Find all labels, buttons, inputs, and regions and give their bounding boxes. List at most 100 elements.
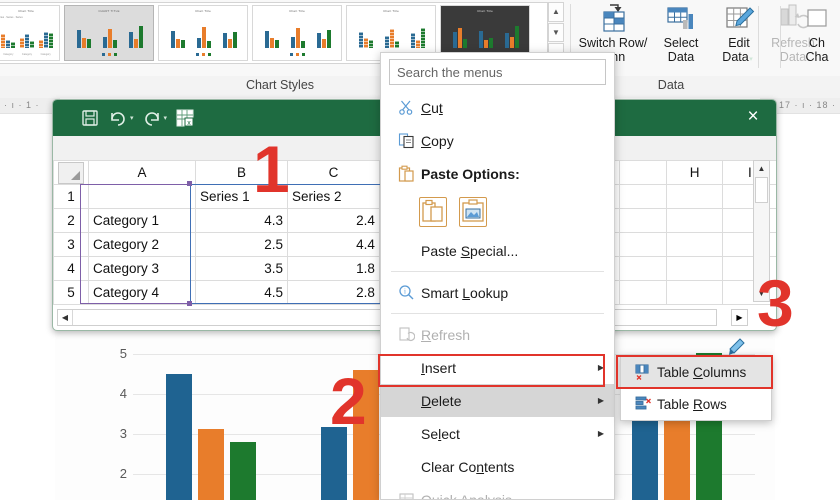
scroll-up-button[interactable]: ▲ <box>754 161 769 176</box>
chart-style-thumbnail-2[interactable]: CHART TITLE <box>64 5 154 61</box>
undo-caret-icon[interactable]: ▾ <box>130 114 134 122</box>
y-axis-tick-3: 3 <box>119 426 127 441</box>
cell-g4[interactable] <box>618 256 668 281</box>
cell-a5-category[interactable]: Category 4 <box>87 280 197 305</box>
thumb-legend <box>65 53 153 56</box>
column-header-h[interactable]: H <box>666 160 723 185</box>
search-menus-input[interactable]: Search the menus <box>389 59 606 85</box>
cell-h1[interactable] <box>666 184 723 209</box>
select-data-label-line2: Data <box>667 50 695 64</box>
scroll-left-button[interactable]: ◀ <box>58 310 73 325</box>
thumb-legend <box>253 53 341 56</box>
ribbon-divider-right <box>780 6 781 68</box>
ruler-left-marks: · ı · 1 · <box>4 100 40 110</box>
menu-item-copy[interactable]: Copy <box>381 124 614 157</box>
row-header-3[interactable]: 3 <box>53 232 89 257</box>
change-chart-type-label-line2: Cha <box>805 50 829 64</box>
cell-b2-value[interactable]: 4.3 <box>195 208 288 233</box>
redo-caret-icon[interactable]: ▾ <box>164 114 168 122</box>
menu-item-clear-contents[interactable]: Clear Contents <box>381 450 614 483</box>
gallery-scroll-down-button[interactable]: ▼ <box>548 22 564 43</box>
menu-item-insert[interactable]: Insert ▶ <box>381 351 614 384</box>
cell-a1[interactable] <box>87 184 197 209</box>
context-menu[interactable]: Search the menus Cut Copy Paste Options: <box>380 52 615 500</box>
cell-a3-category[interactable]: Category 2 <box>87 232 197 257</box>
cell-b3-value[interactable]: 2.5 <box>195 232 288 257</box>
cell-g1[interactable] <box>618 184 668 209</box>
svg-text:i: i <box>404 288 406 296</box>
menu-item-delete[interactable]: Delete ▶ <box>381 384 614 417</box>
range-handle-bottom[interactable] <box>187 301 192 306</box>
cell-g3[interactable] <box>618 232 668 257</box>
bar-s2-c4 <box>664 417 691 500</box>
magnifier-icon: i <box>391 284 421 301</box>
open-in-excel-icon[interactable]: x <box>172 106 198 130</box>
submenu-item-table-rows[interactable]: Table Rows <box>621 388 771 420</box>
bar-group-category-1 <box>165 338 256 500</box>
range-handle-top[interactable] <box>187 181 192 186</box>
cell-h4[interactable] <box>666 256 723 281</box>
bar-s3-c1 <box>229 441 256 500</box>
cell-c5-value[interactable]: 2.8 <box>286 280 380 305</box>
cell-h3[interactable] <box>666 232 723 257</box>
gallery-scroll-up-button[interactable]: ▲ <box>548 2 564 22</box>
row-header-4[interactable]: 4 <box>53 256 89 281</box>
cell-c2-value[interactable]: 2.4 <box>286 208 380 233</box>
menu-item-select[interactable]: Select ▶ <box>381 417 614 450</box>
cell-a4-category[interactable]: Category 3 <box>87 256 197 281</box>
edit-data-icon <box>722 2 756 36</box>
cell-h2[interactable] <box>666 208 723 233</box>
cell-c4-value[interactable]: 1.8 <box>286 256 380 281</box>
change-chart-type-button[interactable]: Ch Cha <box>790 2 840 72</box>
thumb-legend <box>159 53 247 56</box>
thumb-axis-labels: Category Category Category <box>3 53 51 56</box>
select-data-button[interactable]: Select Data <box>654 2 708 72</box>
cell-c1-series-2[interactable]: Series 2 <box>286 184 380 209</box>
ruler-right-marks: 17 · ı · 18 · <box>778 100 836 110</box>
save-icon[interactable] <box>77 106 103 130</box>
menu-item-smart-lookup[interactable]: i Smart Lookup <box>381 276 614 309</box>
chart-style-thumbnail-1[interactable]: Chart Title Series · Series · Series Cat… <box>0 5 60 61</box>
clipboard-picture-icon[interactable] <box>459 197 487 227</box>
menu-item-delete-label: Delete <box>421 392 462 409</box>
column-header-g[interactable] <box>618 160 668 185</box>
cell-c3-value[interactable]: 4.4 <box>286 232 380 257</box>
cell-g2[interactable] <box>618 208 668 233</box>
thumb-title: Chart Title <box>383 9 399 13</box>
bar-s2-c1 <box>197 428 224 500</box>
paste-options-row[interactable] <box>381 190 614 234</box>
cell-a2-category[interactable]: Category 1 <box>87 208 197 233</box>
menu-item-paste-special[interactable]: Paste Special... <box>381 234 614 267</box>
cell-b4-value[interactable]: 3.5 <box>195 256 288 281</box>
data-group-divider <box>758 6 759 68</box>
menu-item-cut[interactable]: Cut <box>381 91 614 124</box>
clipboard-paste-icon[interactable] <box>419 197 447 227</box>
delete-submenu[interactable]: Table Columns Table Rows <box>620 355 772 421</box>
sheet-quick-toolbar[interactable]: ▾ ▾ x <box>53 106 198 130</box>
scrollbar-thumb[interactable] <box>755 177 768 203</box>
chart-style-thumbnail-3[interactable]: Chart Title <box>158 5 248 61</box>
chevron-right-icon: ▶ <box>597 429 604 438</box>
edit-data-caret-icon[interactable]: ▾ <box>749 56 753 63</box>
select-all-corner[interactable] <box>53 160 89 185</box>
row-header-5[interactable]: 5 <box>53 280 89 305</box>
undo-icon[interactable] <box>105 106 131 130</box>
column-header-c[interactable]: C <box>286 160 380 185</box>
svg-text:x: x <box>187 120 191 127</box>
thumb-plot <box>165 22 243 48</box>
submenu-item-table-columns[interactable]: Table Columns <box>621 356 771 388</box>
thumb-plot <box>259 22 337 48</box>
chart-style-thumbnail-4[interactable]: Chart Title <box>252 5 342 61</box>
column-header-a[interactable]: A <box>87 160 197 185</box>
cell-h5[interactable] <box>666 280 723 305</box>
row-header-1[interactable]: 1 <box>53 184 89 209</box>
close-icon[interactable]: × <box>742 107 764 129</box>
cell-g5[interactable] <box>618 280 668 305</box>
chevron-right-icon: ▶ <box>597 396 604 405</box>
annotation-number-2: 2 <box>330 364 367 438</box>
submenu-item-table-columns-label: Table Columns <box>657 364 747 380</box>
scroll-right-button[interactable]: ▶ <box>731 309 748 326</box>
redo-icon[interactable] <box>139 106 165 130</box>
row-header-2[interactable]: 2 <box>53 208 89 233</box>
cell-b5-value[interactable]: 4.5 <box>195 280 288 305</box>
